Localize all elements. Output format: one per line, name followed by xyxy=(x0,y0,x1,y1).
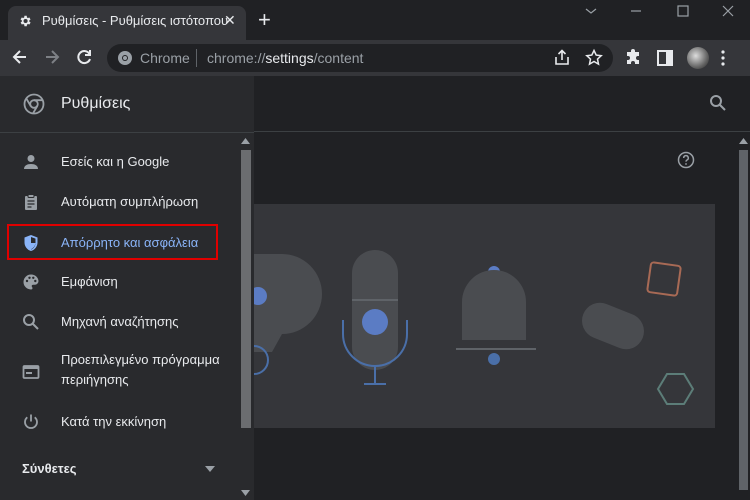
extensions-icon[interactable] xyxy=(623,48,643,68)
privacy-illustration xyxy=(254,204,715,428)
sidebar-advanced[interactable]: Σύνθετες xyxy=(22,461,77,476)
scroll-up-arrow-icon[interactable] xyxy=(739,138,748,144)
scroll-down-arrow-icon[interactable] xyxy=(241,490,250,496)
url-path: /content xyxy=(313,50,364,66)
highlight-box xyxy=(7,224,218,260)
reload-icon[interactable] xyxy=(74,47,94,67)
chrome-icon xyxy=(118,51,132,65)
page-title: Ρυθμίσεις xyxy=(61,95,131,112)
power-icon xyxy=(24,414,38,429)
sidebar-scroll-thumb[interactable] xyxy=(241,150,251,428)
sidebar-item-autofill[interactable]: Αυτόματη συμπλήρωση xyxy=(0,183,236,219)
sidebar-item-label: Εσείς και η Google xyxy=(61,154,170,169)
chrome-logo-icon xyxy=(23,93,45,115)
omnibox-divider xyxy=(196,49,197,67)
tab-close-icon[interactable]: ✕ xyxy=(224,12,236,29)
omnibox-site-label: Chrome xyxy=(140,50,190,66)
search-icon[interactable] xyxy=(709,94,727,112)
sidebar-item-appearance[interactable]: Εμφάνιση xyxy=(0,263,236,299)
search-icon xyxy=(23,314,39,330)
url-host: settings xyxy=(265,50,314,66)
sidebar-item-label: Προεπιλεγμένο πρόγραμμα xyxy=(61,352,220,367)
sidebar-item-label: Μηχανή αναζήτησης xyxy=(61,314,179,329)
close-window-icon[interactable] xyxy=(722,5,734,17)
sidebar-item-search-engine[interactable]: Μηχανή αναζήτησης xyxy=(0,303,236,339)
chevron-down-icon[interactable] xyxy=(205,466,215,472)
sidebar-divider xyxy=(0,132,254,133)
side-panel-icon[interactable] xyxy=(655,48,675,68)
scroll-up-arrow-icon[interactable] xyxy=(241,138,250,144)
share-icon[interactable] xyxy=(552,48,572,68)
person-icon xyxy=(24,155,38,169)
palette-icon xyxy=(23,274,39,290)
star-icon[interactable] xyxy=(584,48,604,68)
sidebar-item-label: Κατά την εκκίνηση xyxy=(61,414,167,429)
forward-arrow-icon[interactable] xyxy=(42,47,62,67)
sidebar-item-on-startup[interactable]: Κατά την εκκίνηση xyxy=(0,403,236,439)
url-prefix: chrome:// xyxy=(207,50,266,66)
sidebar-item-label: Εμφάνιση xyxy=(61,274,118,289)
sidebar-item-label-line2: περιήγησης xyxy=(61,372,129,387)
clipboard-icon xyxy=(25,194,37,210)
sidebar-item-you-and-google[interactable]: Εσείς και η Google xyxy=(0,143,236,179)
gear-icon xyxy=(20,15,31,27)
minimize-icon[interactable] xyxy=(630,6,642,16)
back-arrow-icon[interactable] xyxy=(10,47,30,67)
browser-window-icon xyxy=(22,365,40,379)
more-menu-icon[interactable] xyxy=(721,50,725,66)
help-icon[interactable] xyxy=(677,151,695,169)
maximize-icon[interactable] xyxy=(677,5,689,17)
sidebar-item-default-browser[interactable]: Προεπιλεγμένο πρόγραμμα περιήγησης xyxy=(0,343,236,393)
chevron-down-icon[interactable] xyxy=(585,6,597,16)
main-scroll-thumb[interactable] xyxy=(739,150,748,490)
sidebar-item-label: Αυτόματη συμπλήρωση xyxy=(61,194,199,209)
new-tab-button[interactable]: + xyxy=(258,9,271,31)
avatar[interactable] xyxy=(687,47,709,69)
tab-title: Ρυθμίσεις - Ρυθμίσεις ιστότοπου xyxy=(42,13,229,28)
url-text[interactable]: chrome://settings/content xyxy=(207,50,363,66)
